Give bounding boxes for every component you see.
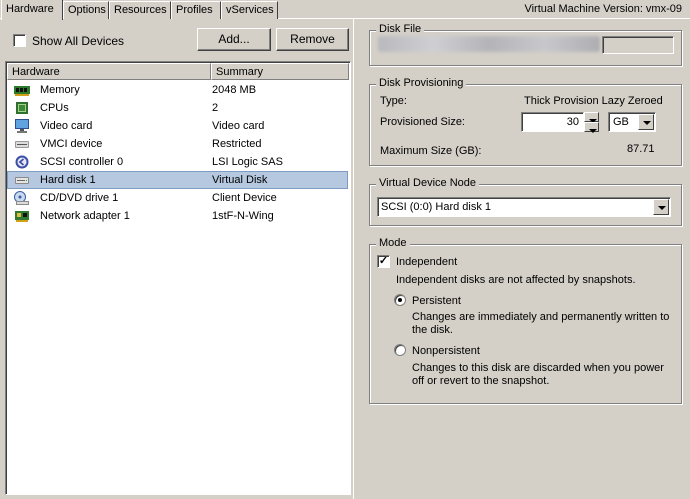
show-all-devices-checkbox[interactable] (13, 34, 26, 47)
hardware-summary: LSI Logic SAS (212, 156, 283, 168)
tab-label: vServices (226, 4, 274, 16)
network-adapter-icon (15, 211, 29, 222)
tab-vservices[interactable]: vServices (221, 1, 278, 19)
vmci-icon (15, 141, 29, 148)
tab-label: Resources (114, 4, 167, 16)
hardware-name: VMCI device (40, 138, 103, 150)
independent-label: Independent (396, 256, 458, 268)
memory-icon (14, 86, 30, 96)
nonpersistent-description-line1: Changes to this disk are discarded when … (412, 362, 664, 374)
hardware-row-video-card[interactable]: Video card Video card (7, 117, 348, 135)
cpu-icon (16, 102, 28, 114)
mode-title: Mode (376, 237, 410, 249)
remove-button[interactable]: Remove (276, 28, 349, 51)
hardware-summary: Restricted (212, 138, 262, 150)
nonpersistent-description-line2: off or revert to the snapshot. (412, 375, 550, 387)
add-button[interactable]: Add... (197, 28, 271, 51)
chevron-down-icon (653, 199, 669, 215)
virtual-device-node-title: Virtual Device Node (376, 177, 480, 189)
hardware-row-vmci-device[interactable]: VMCI device Restricted (7, 135, 348, 153)
disk-file-path-redacted (378, 36, 600, 52)
disk-file-field (602, 36, 674, 54)
device-node-value: SCSI (0:0) Hard disk 1 (381, 201, 492, 213)
hardware-name: CPUs (40, 102, 69, 114)
tab-bar: Hardware Options Resources Profiles vSer… (0, 0, 690, 20)
hardware-summary: 2048 MB (212, 84, 257, 96)
independent-checkbox[interactable]: ✓ (377, 255, 390, 268)
column-header-summary[interactable]: Summary (211, 63, 349, 80)
hardware-row-scsi-controller[interactable]: SCSI controller 0 LSI Logic SAS (7, 153, 348, 171)
hardware-name: Video card (40, 120, 93, 132)
provisioned-size-value: 30 (566, 116, 579, 128)
hardware-summary: Virtual Disk (212, 174, 268, 186)
hardware-summary: Video card (212, 120, 265, 132)
hardware-row-network-adapter[interactable]: Network adapter 1 1stF-N-Wing (7, 207, 348, 225)
persistent-radio[interactable] (394, 294, 406, 306)
hardware-name: Memory (40, 84, 80, 96)
scsi-controller-icon (15, 155, 29, 169)
provisioned-size-input[interactable]: 30 (521, 112, 584, 132)
tab-label: Profiles (176, 4, 213, 16)
hardware-row-cd-dvd-drive[interactable]: CD/DVD drive 1 Client Device (7, 189, 348, 207)
hardware-summary: 2 (212, 102, 219, 114)
cd-drive-icon (14, 191, 29, 205)
show-all-devices-label: Show All Devices (32, 34, 125, 48)
max-size-value: 87.71 (627, 143, 655, 155)
disk-type-value: Thick Provision Lazy Zeroed (524, 95, 663, 107)
disk-type-label: Type: (380, 95, 407, 107)
hardware-summary: Client Device (212, 192, 277, 204)
hard-disk-icon (15, 177, 29, 184)
hardware-name: Hard disk 1 (40, 174, 96, 186)
hardware-name: CD/DVD drive 1 (40, 192, 119, 204)
tab-label: Hardware (6, 3, 54, 15)
max-size-label: Maximum Size (GB): (380, 145, 482, 157)
hardware-name: Network adapter 1 (40, 210, 130, 222)
nonpersistent-radio[interactable] (394, 344, 406, 356)
hardware-row-hard-disk[interactable]: Hard disk 1 Virtual Disk (7, 171, 348, 189)
hardware-row-memory[interactable]: Memory 2048 MB (7, 81, 348, 99)
hardware-row-cpus[interactable]: CPUs 2 (7, 99, 348, 117)
tab-hardware[interactable]: Hardware (1, 0, 63, 20)
device-node-dropdown[interactable]: SCSI (0:0) Hard disk 1 (377, 197, 671, 217)
size-spinner-up[interactable] (584, 112, 599, 123)
persistent-description-line2: the disk. (412, 324, 453, 336)
disk-provisioning-title: Disk Provisioning (376, 77, 467, 89)
tab-resources[interactable]: Resources (109, 1, 171, 19)
size-unit-dropdown[interactable]: GB (608, 112, 656, 132)
chevron-down-icon (638, 114, 654, 130)
independent-description: Independent disks are not affected by sn… (396, 274, 636, 286)
nonpersistent-label: Nonpersistent (412, 345, 480, 357)
persistent-label: Persistent (412, 295, 461, 307)
tab-profiles[interactable]: Profiles (171, 1, 221, 19)
size-spinner-down[interactable] (584, 122, 599, 133)
hardware-summary: 1stF-N-Wing (212, 210, 274, 222)
disk-file-title: Disk File (376, 23, 425, 35)
persistent-description-line1: Changes are immediately and permanently … (412, 311, 670, 323)
hardware-list[interactable]: Hardware Summary Memory 2048 MB CPUs 2 V… (5, 61, 351, 495)
hardware-name: SCSI controller 0 (40, 156, 124, 168)
monitor-icon (15, 119, 29, 133)
column-header-hardware[interactable]: Hardware (7, 63, 211, 80)
size-unit-value: GB (613, 116, 629, 128)
provisioned-size-label: Provisioned Size: (380, 116, 465, 128)
vm-version-label: Virtual Machine Version: vmx-09 (524, 3, 682, 15)
tab-label: Options (68, 4, 106, 16)
tab-options[interactable]: Options (63, 1, 109, 19)
